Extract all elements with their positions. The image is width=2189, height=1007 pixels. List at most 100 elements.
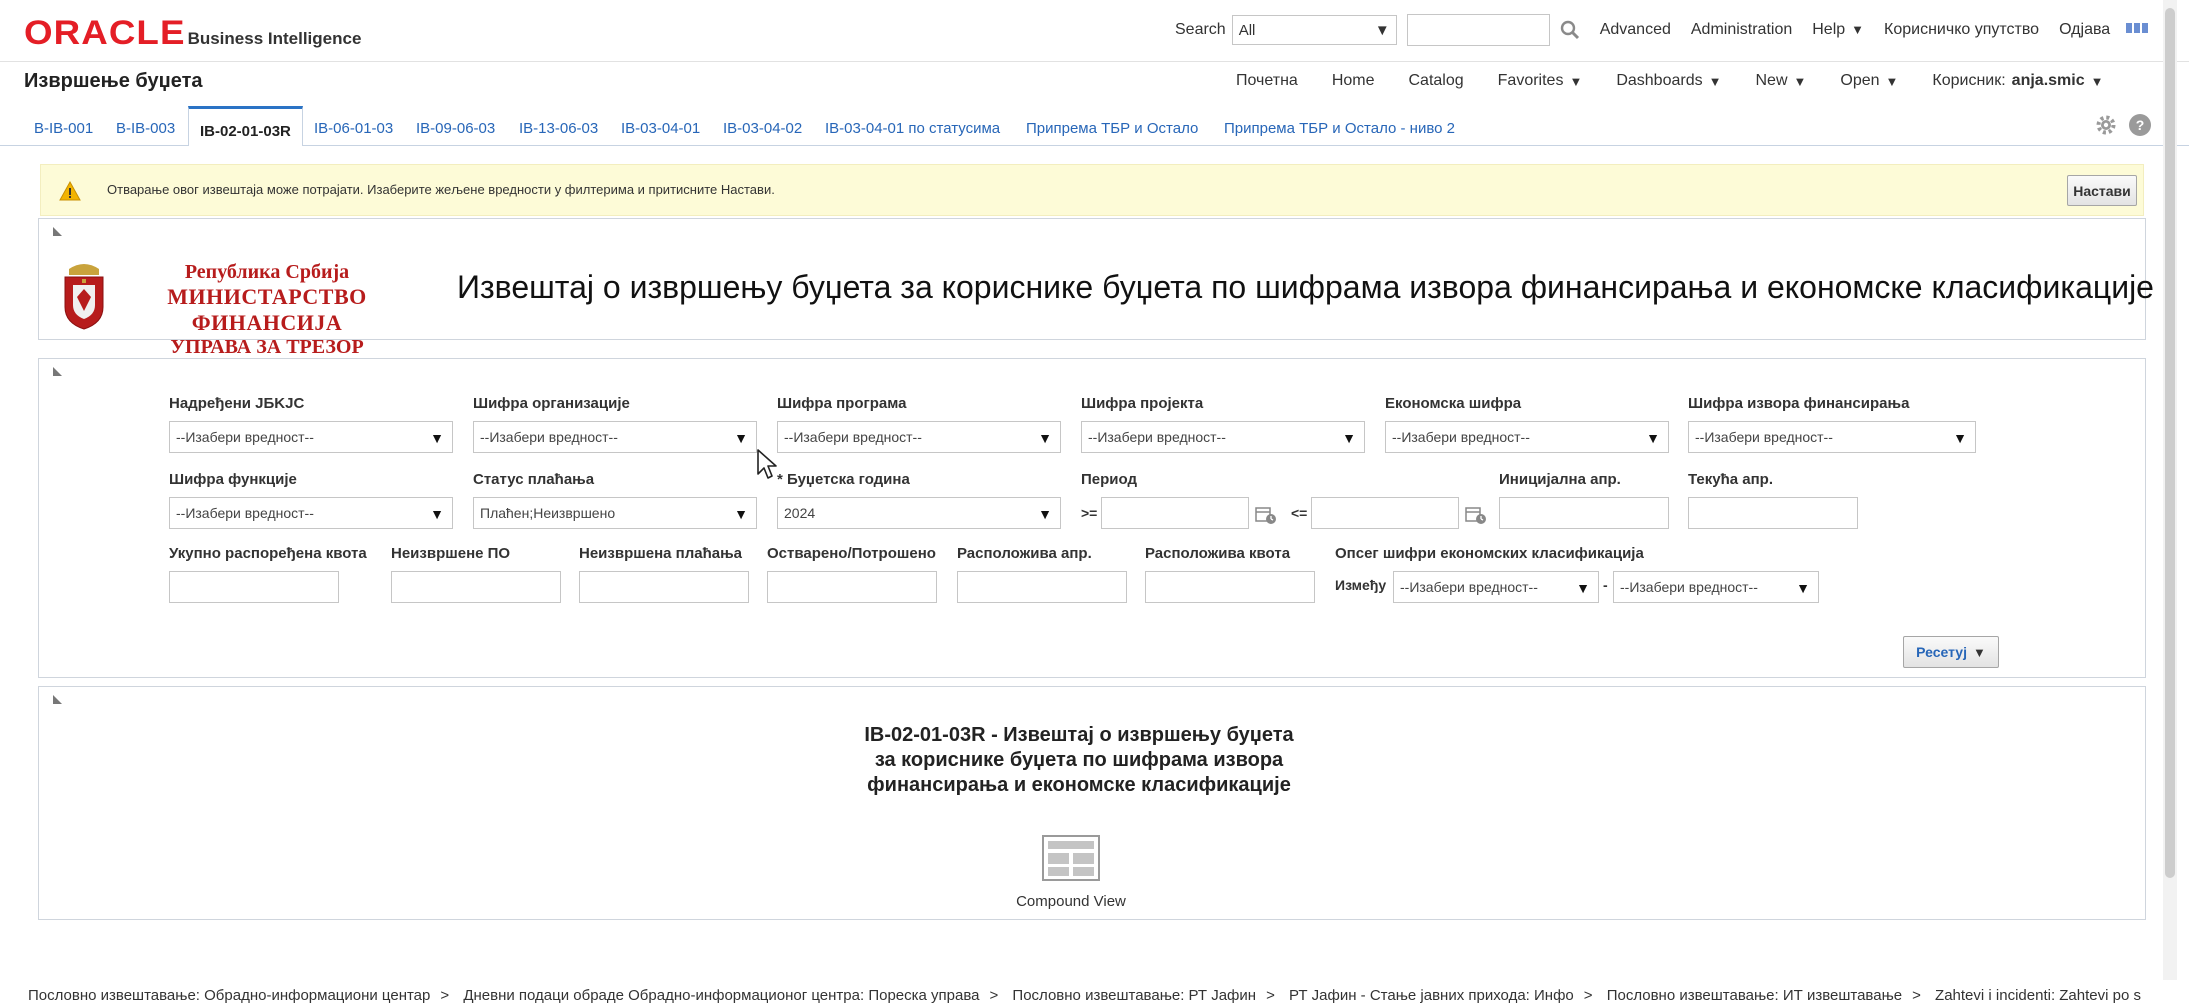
chevron-down-icon: ▼ [1374,21,1390,39]
econ-range-from-select[interactable]: --Изабери вредност-- ▼ [1393,571,1599,603]
reset-button[interactable]: Ресетуј ▼ [1903,636,1999,668]
tab-b-ib-003[interactable]: B-IB-003 [116,120,175,137]
nav-dashboards[interactable]: Dashboards ▼ [1616,72,1721,90]
period-from-input[interactable] [1101,497,1249,529]
grid-icon[interactable] [2126,23,2150,37]
tab-ib-02-01-03r[interactable]: IB-02-01-03R [188,106,303,147]
nav-open[interactable]: Open ▼ [1840,72,1898,90]
tab-ib-09-06-03[interactable]: IB-09-06-03 [416,120,495,137]
administration-link[interactable]: Administration [1691,21,1792,39]
dashboard-page: Отварање овог извештаја може потрајати. … [24,146,2162,976]
initial-appr-input[interactable] [1499,497,1669,529]
org-code-select[interactable]: --Изабери вредност-- ▼ [473,421,757,453]
program-code-value: --Изабери вредност-- [784,429,922,445]
project-code-select[interactable]: --Изабери вредност-- ▼ [1081,421,1365,453]
nav-pocetna[interactable]: Почетна [1236,72,1298,90]
tab-tbr-prep[interactable]: Припрема ТБР и Остало [1026,120,1198,137]
continue-button[interactable]: Настави [2067,175,2137,206]
search-scope-select[interactable]: All ▼ [1231,15,1397,45]
function-code-select[interactable]: --Изабери вредност-- ▼ [169,497,453,529]
econ-range-to-select[interactable]: --Изабери вредност-- ▼ [1613,571,1819,603]
calendar-icon[interactable] [1255,505,1277,525]
budget-year-select[interactable]: 2024 ▼ [777,497,1061,529]
search-label: Search [1175,21,1226,38]
total-quota-input[interactable] [169,571,339,603]
breadcrumb-item[interactable]: Пословно извештавање: РТ Јафин [1012,987,1256,1004]
unexecuted-payments-input[interactable] [579,571,749,603]
filter-label-function-code: Шифра функције [169,471,297,488]
ministry-logo-text: Република Србија МИНИСТАРСТВО ФИНАНСИЈА … [117,261,417,359]
nav-catalog[interactable]: Catalog [1409,72,1464,90]
nav-dashboards-label: Dashboards [1616,72,1703,89]
nav-favorites[interactable]: Favorites ▼ [1498,72,1583,90]
breadcrumb: Пословно извештавање: Обрадно-информацио… [0,987,2189,1007]
filter-label-period: Период [1081,471,1137,488]
collapse-triangle-icon[interactable] [53,695,62,704]
filter-label-initial-appr: Иницијална апр. [1499,471,1621,488]
unexecuted-po-input[interactable] [391,571,561,603]
filter-label-superior-jbkjc: Надређени JБKJC [169,395,305,412]
page-scrollbar-thumb[interactable] [2165,8,2175,878]
economic-code-select[interactable]: --Изабери вредност-- ▼ [1385,421,1669,453]
breadcrumb-item[interactable]: РТ Јафин - Стање јавних прихода: Инфо [1289,987,1574,1004]
superior-jbkjc-value: --Изабери вредност-- [176,429,314,445]
calendar-icon[interactable] [1465,505,1487,525]
help-menu[interactable]: Help ▼ [1812,21,1864,39]
available-quota-input[interactable] [1145,571,1315,603]
chevron-down-icon: ▼ [1646,430,1660,446]
breadcrumb-separator: > [1266,987,1275,1004]
page-tools: ? [2095,114,2151,136]
nav-new[interactable]: New ▼ [1755,72,1806,90]
filter-label-funding-source: Шифра извора финансирања [1688,395,1910,412]
search-input[interactable] [1406,14,1550,46]
current-appr-input[interactable] [1688,497,1858,529]
user-menu[interactable]: Корисник: anja.smic ▼ [1932,72,2103,90]
nav-home[interactable]: Home [1332,72,1375,90]
breadcrumb-item[interactable]: Пословно извештавање: Обрадно-информацио… [28,987,430,1004]
tab-ib-13-06-03[interactable]: IB-13-06-03 [519,120,598,137]
user-guide-link[interactable]: Корисничко упутство [1884,21,2039,39]
chevron-down-icon: ▼ [1851,22,1865,37]
tab-b-ib-001[interactable]: B-IB-001 [34,120,93,137]
filter-label-econ-range: Опсег шифри економских класификација [1335,545,1644,562]
breadcrumb-item[interactable]: Пословно извештавање: ИТ извештавање [1607,987,1902,1004]
warning-icon [59,180,81,201]
gear-icon[interactable] [2095,114,2117,136]
breadcrumb-item[interactable]: Zahtevi i incidenti: Zahtevi po s [1935,987,2141,1004]
sign-out-link[interactable]: Одјава [2059,21,2110,39]
chevron-down-icon: ▼ [1342,430,1356,446]
compound-view-icon[interactable] [1042,835,1100,881]
nav-favorites-label: Favorites [1497,72,1564,89]
available-appr-input[interactable] [957,571,1127,603]
dashboard-tabs: B-IB-001 B-IB-003 IB-02-01-03R IB-06-01-… [0,106,2189,147]
payment-status-select[interactable]: Плаћен;Неизвршено ▼ [473,497,757,529]
tab-tbr-prep-level-2[interactable]: Припрема ТБР и Остало - ниво 2 [1224,120,1455,137]
nav-open-label: Open [1840,72,1880,89]
help-icon[interactable]: ? [2129,114,2151,136]
tab-ib-06-01-03[interactable]: IB-06-01-03 [314,120,393,137]
magnifier-icon[interactable] [1560,20,1580,40]
collapse-triangle-icon[interactable] [53,227,62,236]
tab-ib-03-04-01-statuses[interactable]: IB-03-04-01 по статусима [825,120,1000,137]
superior-jbkjc-select[interactable]: --Изабери вредност-- ▼ [169,421,453,453]
oracle-logo[interactable]: ORACLE Business Intelligence [24,14,361,53]
period-to-input[interactable] [1311,497,1459,529]
program-code-select[interactable]: --Изабери вредност-- ▼ [777,421,1061,453]
tab-ib-03-04-02[interactable]: IB-03-04-02 [723,120,802,137]
filter-label-budget-year: * Буџетска година [777,471,910,488]
chevron-down-icon: ▼ [1038,430,1052,446]
breadcrumb-item[interactable]: Дневни подаци обраде Обрадно-информацион… [463,987,979,1004]
chevron-down-icon: ▼ [2090,73,2104,89]
filter-label-current-appr: Текућа апр. [1688,471,1774,488]
realized-spent-input[interactable] [767,571,937,603]
filter-label-project-code: Шифра пројекта [1081,395,1204,412]
project-code-value: --Изабери вредност-- [1088,429,1226,445]
payment-status-value: Плаћен;Неизвршено [480,505,616,521]
funding-source-select[interactable]: --Изабери вредност-- ▼ [1688,421,1976,453]
advanced-link[interactable]: Advanced [1600,21,1671,39]
report-heading: Извештај о извршењу буџета за кориснике … [457,269,2154,305]
collapse-triangle-icon[interactable] [53,367,62,376]
filter-label-available-appr: Расположива апр. [957,545,1092,562]
filter-label-unexecuted-payments: Неизвршена плаћања [579,545,743,562]
tab-ib-03-04-01[interactable]: IB-03-04-01 [621,120,700,137]
